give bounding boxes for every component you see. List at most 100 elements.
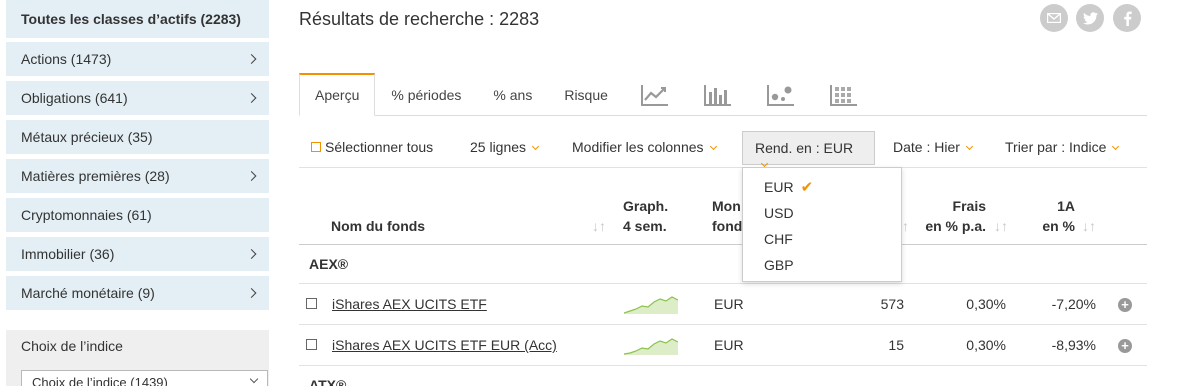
tab-apercu[interactable]: Aperçu bbox=[299, 73, 376, 116]
sidebar-item-money-market[interactable]: Marché monétaire (9) bbox=[6, 276, 269, 310]
edit-columns-label: Modifier les colonnes bbox=[572, 139, 704, 155]
email-share-icon[interactable] bbox=[1040, 4, 1068, 32]
date-label: Date : Hier bbox=[893, 139, 960, 155]
currency-option-eur[interactable]: EUR ✔ bbox=[743, 174, 901, 200]
sidebar-item-label: Cryptomonnaies (61) bbox=[21, 207, 152, 223]
sort-icon[interactable]: ↓↑ bbox=[592, 216, 606, 236]
col-header-name[interactable]: Nom du fonds bbox=[331, 216, 425, 236]
sparkline-chart[interactable] bbox=[624, 292, 678, 314]
sparkline-chart[interactable] bbox=[624, 333, 678, 355]
currency-option-label: CHF bbox=[764, 231, 793, 247]
scatter-chart-tab[interactable] bbox=[750, 73, 813, 116]
fund-fees: 0,30% bbox=[966, 296, 1006, 312]
currency-option-label: GBP bbox=[764, 257, 794, 273]
chevron-down-icon bbox=[532, 142, 540, 151]
select-all-label: Sélectionner tous bbox=[325, 139, 434, 155]
col-header-currency[interactable]: Mon fond bbox=[712, 196, 742, 236]
select-all-checkbox[interactable] bbox=[311, 142, 321, 152]
currency-option-chf[interactable]: CHF bbox=[743, 226, 901, 252]
row-checkbox[interactable] bbox=[306, 339, 317, 350]
col-header-fees[interactable]: Frais en % p.a. bbox=[923, 196, 986, 236]
col-header-1y[interactable]: 1A en % bbox=[1039, 196, 1075, 236]
chevron-right-icon bbox=[246, 171, 257, 181]
sort-icon[interactable]: ↓↑ bbox=[994, 216, 1008, 236]
fund-fees: 0,30% bbox=[966, 337, 1006, 353]
tab-risk[interactable]: Risque bbox=[548, 73, 624, 116]
twitter-share-icon[interactable] bbox=[1076, 4, 1104, 32]
sidebar-item-actions[interactable]: Actions (1473) bbox=[6, 42, 269, 76]
col-header-graph: Graph. 4 sem. bbox=[623, 196, 668, 236]
col-header-graph-line1: Graph. bbox=[623, 198, 669, 214]
fund-1y-perf: -8,93% bbox=[1051, 337, 1096, 353]
sidebar-item-obligations[interactable]: Obligations (641) bbox=[6, 81, 269, 115]
chevron-down-icon bbox=[709, 142, 717, 151]
col-header-1y-line1: 1A bbox=[1057, 198, 1075, 214]
lines-per-page-label: 25 lignes bbox=[470, 139, 527, 155]
sidebar-item-label: Toutes les classes d’actifs (2283) bbox=[21, 11, 241, 27]
add-fund-icon[interactable]: + bbox=[1118, 298, 1132, 312]
chevron-down-icon bbox=[249, 374, 259, 384]
index-group-header: AEX® bbox=[299, 245, 1147, 284]
col-header-fees-line1: Frais bbox=[952, 198, 986, 214]
col-header-1y-line2: en % bbox=[1042, 218, 1075, 234]
sidebar-item-label: Métaux précieux (35) bbox=[21, 129, 153, 145]
table-row: iShares AEX UCITS ETF EUR 573 0,30% -7,2… bbox=[299, 284, 1147, 325]
sort-dropdown[interactable]: Trier par : Indice bbox=[1005, 139, 1120, 155]
col-header-graph-line2: 4 sem. bbox=[623, 218, 667, 234]
line-chart-icon bbox=[641, 84, 669, 106]
sort-icon[interactable]: ↓↑ bbox=[1082, 216, 1096, 236]
currency-option-label: USD bbox=[764, 205, 794, 221]
lines-per-page-dropdown[interactable]: 25 lignes bbox=[470, 139, 540, 155]
bar-chart-icon bbox=[704, 84, 732, 106]
index-select[interactable]: Choix de l’indice (1439) bbox=[21, 370, 268, 386]
chevron-down-icon bbox=[760, 159, 769, 168]
grid-heatmap-icon bbox=[830, 84, 858, 106]
view-tabs: Aperçu % périodes % ans Risque bbox=[299, 73, 1147, 116]
fund-currency: EUR bbox=[714, 296, 744, 312]
sidebar-item-real-estate[interactable]: Immobilier (36) bbox=[6, 237, 269, 271]
currency-label: Rend. en : EUR bbox=[755, 140, 854, 156]
fund-size: 573 bbox=[880, 296, 904, 312]
sidebar-item-label: Matières premières (28) bbox=[21, 168, 170, 184]
heatmap-tab[interactable] bbox=[813, 73, 876, 116]
table-header: Nom du fonds ↓↑ Graph. 4 sem. Mon fond ↓↑ … bbox=[299, 190, 1147, 245]
sidebar-item-label: Obligations (641) bbox=[21, 90, 128, 106]
chevron-right-icon bbox=[246, 249, 257, 259]
fund-name-link[interactable]: iShares AEX UCITS ETF EUR (Acc) bbox=[332, 337, 557, 353]
date-dropdown[interactable]: Date : Hier bbox=[893, 139, 973, 155]
checkmark-icon: ✔ bbox=[800, 179, 814, 196]
index-choice-panel: Choix de l’indice Choix de l’indice (143… bbox=[6, 330, 269, 386]
tab-periods[interactable]: % périodes bbox=[375, 73, 477, 116]
col-header-fees-line2: en % p.a. bbox=[925, 218, 986, 234]
index-select-value: Choix de l’indice (1439) bbox=[32, 375, 168, 386]
sidebar-item-all-assets[interactable]: Toutes les classes d’actifs (2283) bbox=[6, 0, 269, 38]
col-header-currency-line2: fond bbox=[712, 218, 743, 234]
index-group-header: ATX® bbox=[309, 377, 347, 386]
col-header-currency-line1: Mon bbox=[712, 198, 741, 214]
currency-option-gbp[interactable]: GBP bbox=[743, 252, 901, 278]
fund-size: 15 bbox=[888, 337, 904, 353]
page-title: Résultats de recherche : 2283 bbox=[299, 9, 540, 29]
bar-chart-tab[interactable] bbox=[687, 73, 750, 116]
facebook-share-icon[interactable] bbox=[1113, 4, 1141, 32]
fund-currency: EUR bbox=[714, 337, 744, 353]
asset-class-sidebar: Toutes les classes d’actifs (2283) Actio… bbox=[6, 0, 269, 315]
chevron-right-icon bbox=[246, 93, 257, 103]
select-all-button[interactable]: Sélectionner tous bbox=[311, 139, 433, 155]
sidebar-item-precious-metals[interactable]: Métaux précieux (35) bbox=[6, 120, 269, 154]
sidebar-item-commodities[interactable]: Matières premières (28) bbox=[6, 159, 269, 193]
sidebar-item-crypto[interactable]: Cryptomonnaies (61) bbox=[6, 198, 269, 232]
currency-option-usd[interactable]: USD bbox=[743, 200, 901, 226]
row-checkbox[interactable] bbox=[306, 298, 317, 309]
line-chart-tab[interactable] bbox=[624, 73, 687, 116]
add-fund-icon[interactable]: + bbox=[1118, 339, 1132, 353]
sort-label: Trier par : Indice bbox=[1005, 139, 1107, 155]
sidebar-item-label: Actions (1473) bbox=[21, 51, 112, 67]
edit-columns-dropdown[interactable]: Modifier les colonnes bbox=[572, 139, 717, 155]
chevron-down-icon bbox=[965, 142, 973, 151]
fund-name-link[interactable]: iShares AEX UCITS ETF bbox=[332, 296, 487, 312]
sidebar-item-label: Marché monétaire (9) bbox=[21, 285, 155, 301]
table-row: iShares AEX UCITS ETF EUR (Acc) EUR 15 0… bbox=[299, 325, 1147, 366]
tab-years[interactable]: % ans bbox=[477, 73, 548, 116]
currency-dropdown-button[interactable]: Rend. en : EUR bbox=[742, 131, 875, 168]
